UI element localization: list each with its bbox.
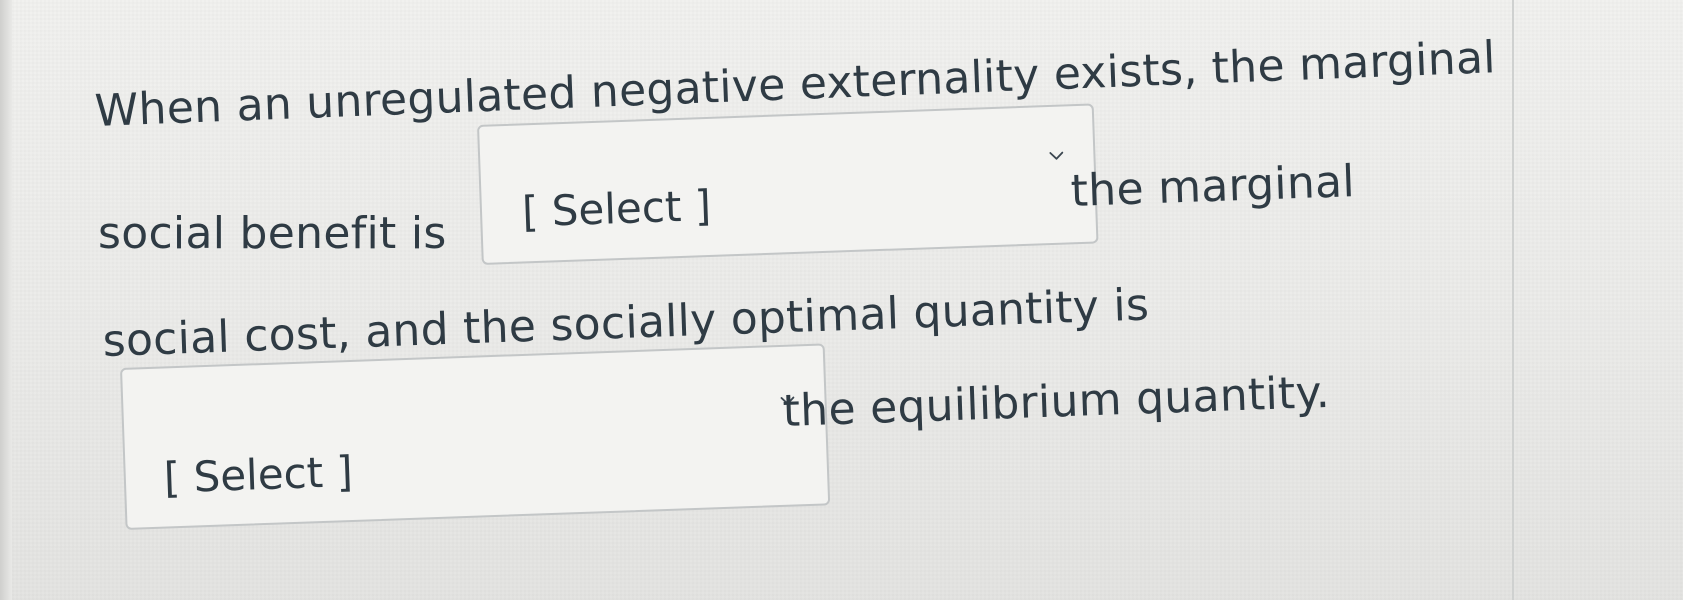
dropdown-1-value: [ Select ] [521, 180, 712, 237]
screen-bezel [0, 0, 12, 600]
answer-dropdown-1[interactable]: [ Select ] [477, 103, 1099, 265]
question-text-line-5: the equilibrium quantity. [781, 366, 1331, 437]
chevron-down-icon [1047, 146, 1066, 165]
question-text-line-2: social benefit is [98, 208, 447, 259]
question-panel: When an unregulated negative externality… [12, 0, 1514, 600]
question-text-line-3: the marginal [1069, 156, 1356, 217]
answer-dropdown-2[interactable]: [ Select ] [120, 343, 831, 530]
dropdown-2-value: [ Select ] [163, 446, 354, 503]
